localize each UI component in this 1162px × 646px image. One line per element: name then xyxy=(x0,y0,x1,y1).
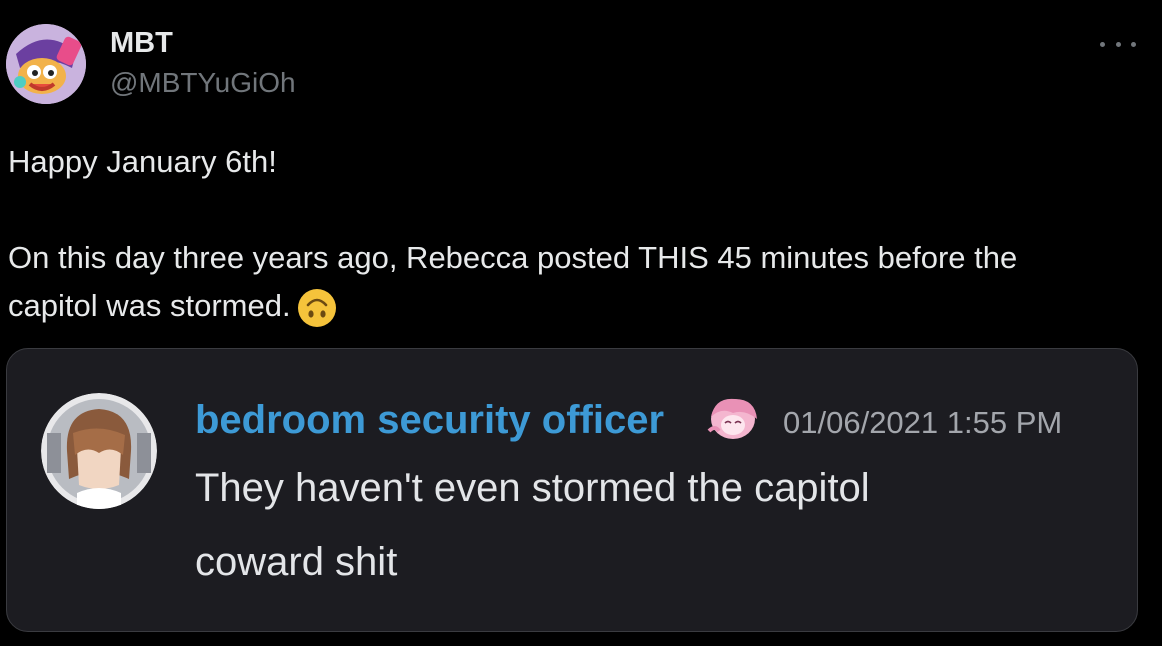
more-dot xyxy=(1131,41,1136,47)
pink-hair-character-icon xyxy=(707,398,757,439)
embedded-message-card[interactable]: bedroom security officer 01/06/2021 1:55… xyxy=(6,348,1138,632)
anime-character-avatar-icon xyxy=(41,393,157,509)
author-display-name[interactable]: MBT xyxy=(110,26,173,60)
tweet-text: Happy January 6th! On this day three yea… xyxy=(8,138,1158,330)
tweet-text-line: Happy January 6th! xyxy=(8,144,277,179)
author-avatar[interactable] xyxy=(6,24,86,104)
more-dot xyxy=(1100,41,1105,47)
cartoon-character-avatar-icon xyxy=(6,24,86,104)
upside-down-face-emoji xyxy=(297,289,336,327)
message-timestamp: 01/06/2021 1:55 PM xyxy=(783,405,1063,440)
tweet-text-line-with-emoji: capitol was stormed. xyxy=(8,282,1158,330)
message-author-avatar[interactable] xyxy=(41,393,157,509)
tweet-text-line: On this day three years ago, Rebecca pos… xyxy=(8,240,1018,275)
author-handle[interactable]: @MBTYuGiOh xyxy=(110,66,296,100)
message-text-line: coward shit xyxy=(195,540,398,584)
tweet-text-line: capitol was stormed. xyxy=(8,288,291,323)
more-dot xyxy=(1115,41,1121,47)
more-options-icon[interactable] xyxy=(1100,34,1136,54)
message-username[interactable]: bedroom security officer xyxy=(195,395,664,445)
message-text-line: They haven't even stormed the capitol xyxy=(195,466,870,510)
